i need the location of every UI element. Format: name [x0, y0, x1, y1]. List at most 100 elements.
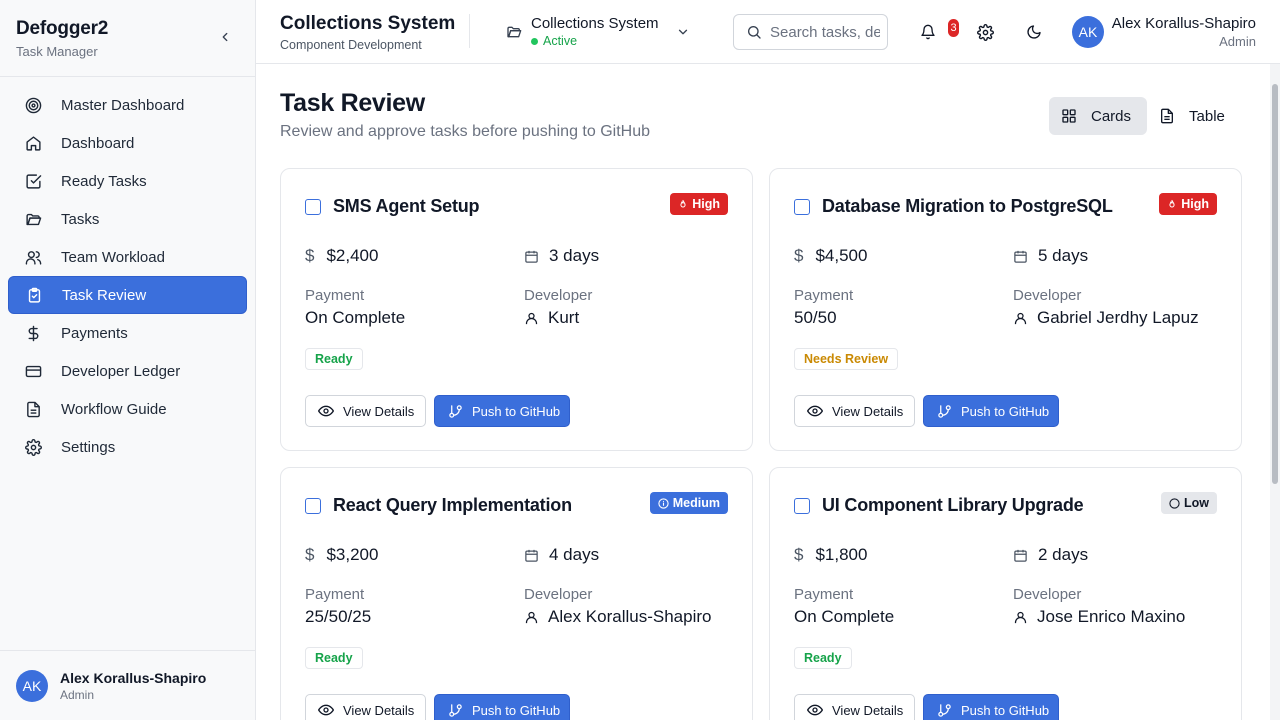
- sidebar-item-payments[interactable]: Payments: [8, 314, 247, 352]
- home-icon: [24, 134, 42, 152]
- push-label: Push to GitHub: [472, 403, 561, 419]
- search-icon: [746, 24, 762, 40]
- bell-icon[interactable]: [918, 22, 938, 42]
- project-switcher[interactable]: Collections System Active: [506, 14, 690, 50]
- priority-label: High: [1181, 197, 1209, 211]
- sidebar-user-name: Alex Korallus-Shapiro: [60, 669, 207, 686]
- app-name: Defogger2: [16, 18, 109, 39]
- duration-value: 3 days: [549, 246, 600, 265]
- status-badge: Ready: [305, 348, 363, 370]
- sidebar-item-label: Ready Tasks: [61, 172, 147, 190]
- notification-badge: 3: [948, 19, 959, 37]
- payment-label: Payment: [794, 586, 854, 603]
- view-details-button[interactable]: View Details: [794, 395, 915, 427]
- credit-card-icon: [24, 362, 42, 380]
- status-badge: Ready: [794, 647, 852, 669]
- sidebar-item-workflow-guide[interactable]: Workflow Guide: [8, 390, 247, 428]
- file-text-icon: [24, 400, 42, 418]
- header-user-menu[interactable]: AK Alex Korallus-Shapiro Admin: [1072, 14, 1262, 50]
- project-status: Active: [531, 34, 577, 48]
- sidebar: Defogger2 Task Manager Master Dashboard …: [0, 0, 256, 720]
- eye-icon: [807, 403, 823, 419]
- task-title: React Query Implementation: [333, 495, 572, 515]
- avatar: AK: [1072, 16, 1104, 48]
- task-checkbox[interactable]: [794, 199, 810, 215]
- priority-label: Medium: [672, 496, 720, 510]
- view-details-button[interactable]: View Details: [305, 395, 426, 427]
- push-to-github-button[interactable]: Push to GitHub: [923, 395, 1059, 427]
- sidebar-item-tasks[interactable]: Tasks: [8, 200, 247, 238]
- task-checkbox[interactable]: [794, 498, 810, 514]
- priority-label: Low: [1184, 496, 1209, 510]
- chevron-down-icon: [676, 25, 690, 44]
- duration-value: 5 days: [1038, 246, 1089, 265]
- clipboard-check-icon: [25, 286, 43, 304]
- sidebar-item-developer-ledger[interactable]: Developer Ledger: [8, 352, 247, 390]
- moon-icon[interactable]: [1024, 22, 1044, 42]
- dollar-icon: $: [794, 246, 804, 265]
- task-checkbox[interactable]: [305, 199, 321, 215]
- header-user-name: Alex Korallus-Shapiro: [1111, 15, 1256, 32]
- sidebar-item-ready-tasks[interactable]: Ready Tasks: [8, 162, 247, 200]
- sidebar-item-team-workload[interactable]: Team Workload: [8, 238, 247, 276]
- amount-value: $2,400: [326, 246, 379, 265]
- file-text-icon: [1159, 108, 1175, 124]
- calendar-icon: [524, 249, 539, 264]
- sidebar-item-settings[interactable]: Settings: [8, 428, 247, 466]
- payment-label: Payment: [794, 287, 854, 304]
- project-title: Collections System: [280, 13, 456, 34]
- gear-icon[interactable]: [975, 22, 995, 42]
- amount-value: $4,500: [815, 246, 868, 265]
- calendar-icon: [524, 548, 539, 563]
- users-icon: [24, 248, 42, 266]
- priority-badge: Low: [1161, 492, 1217, 514]
- task-title: SMS Agent Setup: [333, 196, 480, 216]
- eye-icon: [807, 702, 823, 718]
- priority-label: High: [692, 197, 720, 211]
- task-amount: $ $2,400: [305, 246, 378, 266]
- developer-label: Developer: [1013, 287, 1082, 304]
- git-branch-icon: [937, 404, 952, 419]
- developer-name: Jose Enrico Maxino: [1037, 607, 1186, 626]
- task-duration: 2 days: [1013, 545, 1088, 565]
- task-card: SMS Agent Setup High $ $2,400 3 days Paym…: [280, 168, 753, 451]
- push-to-github-button[interactable]: Push to GitHub: [923, 694, 1059, 720]
- flame-icon: [1167, 199, 1177, 210]
- sidebar-nav: Master Dashboard Dashboard Ready Tasks T…: [0, 77, 255, 466]
- view-details-button[interactable]: View Details: [305, 694, 426, 720]
- push-to-github-button[interactable]: Push to GitHub: [434, 395, 570, 427]
- sidebar-item-task-review[interactable]: Task Review: [8, 276, 247, 314]
- table-view-label: Table: [1189, 107, 1225, 125]
- task-checkbox[interactable]: [305, 498, 321, 514]
- scrollbar-thumb[interactable]: [1272, 84, 1278, 484]
- task-amount: $ $1,800: [794, 545, 867, 565]
- sidebar-item-master-dashboard[interactable]: Master Dashboard: [8, 86, 247, 124]
- git-branch-icon: [448, 404, 463, 419]
- grid-icon: [1061, 108, 1077, 124]
- cards-view-button[interactable]: Cards: [1049, 97, 1148, 135]
- search-box[interactable]: [733, 14, 888, 50]
- eye-icon: [318, 702, 334, 718]
- scrollbar[interactable]: [1270, 64, 1280, 720]
- top-header: Collections System Component Development…: [256, 0, 1280, 64]
- push-to-github-button[interactable]: Push to GitHub: [434, 694, 570, 720]
- sidebar-item-label: Master Dashboard: [61, 96, 185, 114]
- task-duration: 4 days: [524, 545, 599, 565]
- sidebar-user[interactable]: AK Alex Korallus-Shapiro Admin: [0, 650, 255, 720]
- git-branch-icon: [448, 703, 463, 718]
- view-details-button[interactable]: View Details: [794, 694, 915, 720]
- user-icon: [524, 610, 539, 625]
- payment-value: On Complete: [305, 308, 406, 327]
- push-label: Push to GitHub: [961, 403, 1050, 419]
- status-badge: Needs Review: [794, 348, 899, 370]
- table-view-button[interactable]: Table: [1147, 97, 1241, 135]
- search-input[interactable]: [770, 23, 880, 41]
- git-branch-icon: [937, 703, 952, 718]
- target-icon: [24, 96, 42, 114]
- sidebar-item-label: Task Review: [62, 286, 147, 304]
- developer-name: Gabriel Jerdhy Lapuz: [1037, 308, 1199, 327]
- status-dot: [531, 37, 538, 45]
- developer-name: Alex Korallus-Shapiro: [548, 607, 712, 626]
- sidebar-item-dashboard[interactable]: Dashboard: [8, 124, 247, 162]
- chevron-left-icon[interactable]: [217, 29, 233, 45]
